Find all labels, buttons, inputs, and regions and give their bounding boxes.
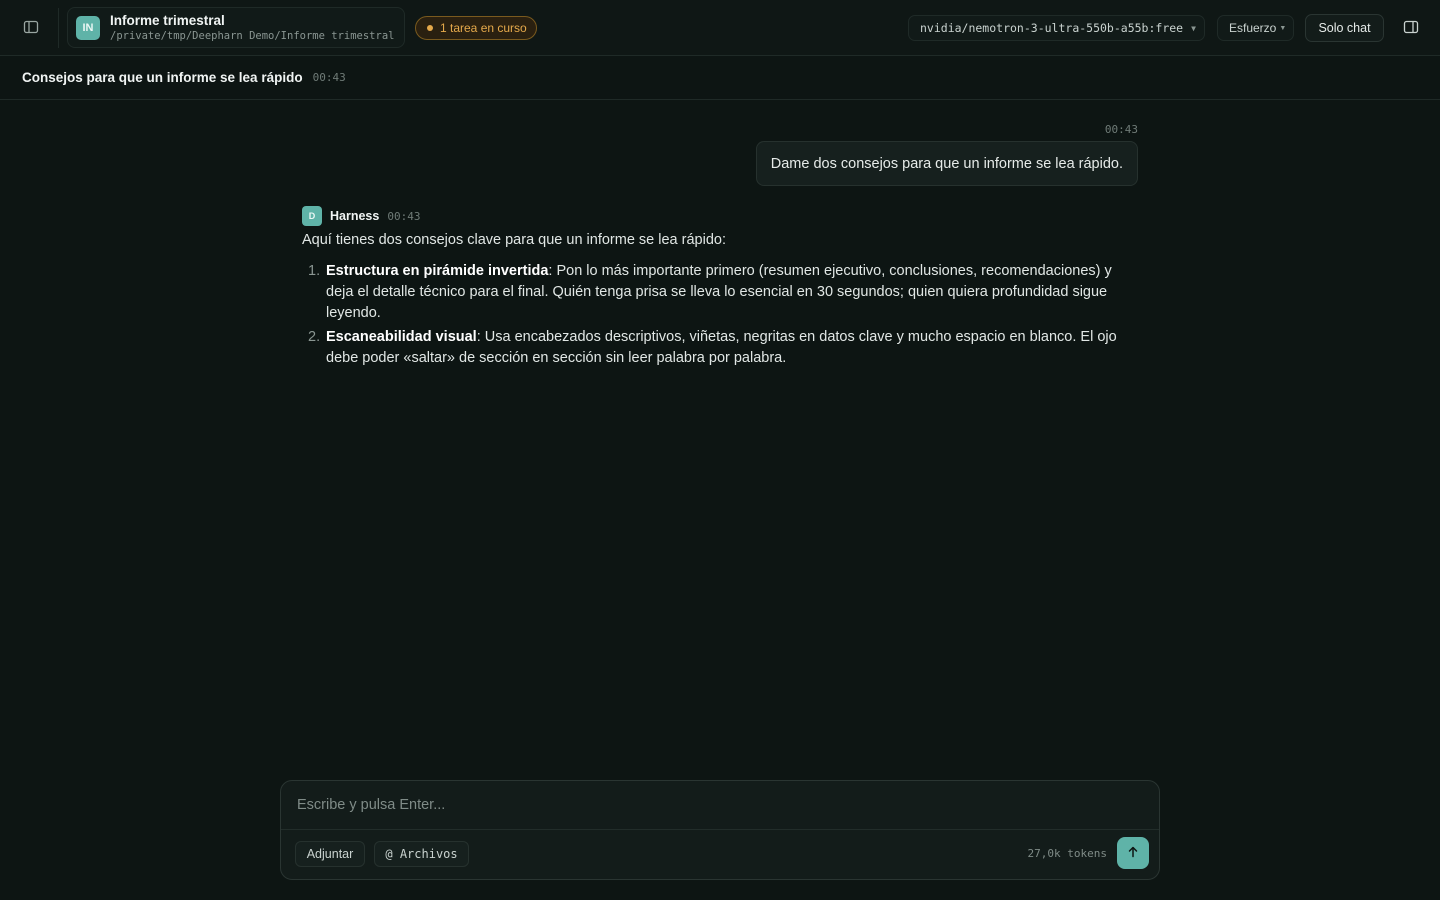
conversation-title: Consejos para que un informe se lea rápi…: [22, 70, 303, 85]
model-select-value: nvidia/nemotron-3-ultra-550b-a55b:free: [920, 21, 1184, 35]
assistant-message-time: 00:43: [387, 209, 421, 223]
chat-only-label: Solo chat: [1318, 21, 1371, 35]
message-composer: Adjuntar @ Archivos 27,0k tokens: [280, 780, 1160, 880]
chat-only-button[interactable]: Solo chat: [1305, 14, 1384, 42]
conversation-time: 00:43: [312, 71, 346, 84]
assistant-intro: Aquí tienes dos consejos clave para que …: [302, 232, 726, 248]
chevron-down-icon: ▼: [1191, 23, 1196, 33]
top-bar: IN Informe trimestral /private/tmp/Deeph…: [0, 0, 1440, 56]
list-item-title: Estructura en pirámide invertida: [326, 263, 549, 279]
sidebar-toggle-button[interactable]: [16, 14, 46, 42]
list-item: 2. Escaneabilidad visual: Usa encabezado…: [302, 327, 1138, 369]
assistant-name: Harness: [330, 209, 380, 223]
list-item-text: Escaneabilidad visual: Usa encabezados d…: [326, 327, 1138, 369]
files-label: @ Archivos: [385, 847, 458, 861]
sidebar-icon: [23, 19, 39, 38]
assistant-message: Aquí tienes dos consejos clave para que …: [302, 230, 1138, 372]
user-message: Dame dos consejos para que un informe se…: [755, 141, 1138, 186]
attach-button[interactable]: Adjuntar: [295, 841, 365, 867]
user-message-time: 00:43: [1104, 123, 1138, 136]
conversation-header: Consejos para que un informe se lea rápi…: [0, 56, 1440, 100]
project-name: Informe trimestral: [110, 12, 225, 28]
project-path: /private/tmp/Deepharn Demo/Informe trime…: [110, 30, 395, 43]
topbar-divider: [58, 8, 59, 48]
list-item-text: Estructura en pirámide invertida: Pon lo…: [326, 261, 1138, 324]
list-item-number: 2.: [308, 329, 321, 345]
list-item: 1. Estructura en pirámide invertida: Pon…: [302, 261, 1138, 324]
effort-select-label: Esfuerzo: [1229, 21, 1277, 35]
list-item-title: Escaneabilidad visual: [326, 329, 477, 345]
model-select[interactable]: nvidia/nemotron-3-ultra-550b-a55b:free ▼: [908, 15, 1205, 41]
list-item-number: 1.: [308, 263, 321, 279]
effort-select[interactable]: Esfuerzo ▼: [1217, 15, 1294, 41]
send-button[interactable]: [1117, 837, 1149, 869]
chevron-down-icon: ▼: [1279, 24, 1287, 32]
task-status-label: 1 tarea en curso: [440, 21, 527, 35]
project-selector[interactable]: IN Informe trimestral /private/tmp/Deeph…: [67, 7, 405, 48]
assistant-message-header: D Harness 00:43: [302, 206, 420, 226]
task-status-badge[interactable]: 1 tarea en curso: [415, 16, 537, 40]
project-avatar: IN: [76, 15, 100, 40]
panel-right-icon: [1403, 19, 1419, 38]
assistant-avatar: D: [302, 206, 322, 226]
arrow-up-icon: [1127, 845, 1139, 861]
panel-toggle-button[interactable]: [1396, 14, 1426, 42]
files-button[interactable]: @ Archivos: [374, 841, 469, 867]
status-dot-icon: [427, 25, 433, 31]
message-input[interactable]: [281, 781, 1159, 830]
attach-label: Adjuntar: [306, 847, 354, 861]
tips-list: 1. Estructura en pirámide invertida: Pon…: [302, 261, 1138, 369]
user-message-text: Dame dos consejos para que un informe se…: [770, 155, 1123, 172]
token-count: 27,0k tokens: [1027, 847, 1107, 860]
